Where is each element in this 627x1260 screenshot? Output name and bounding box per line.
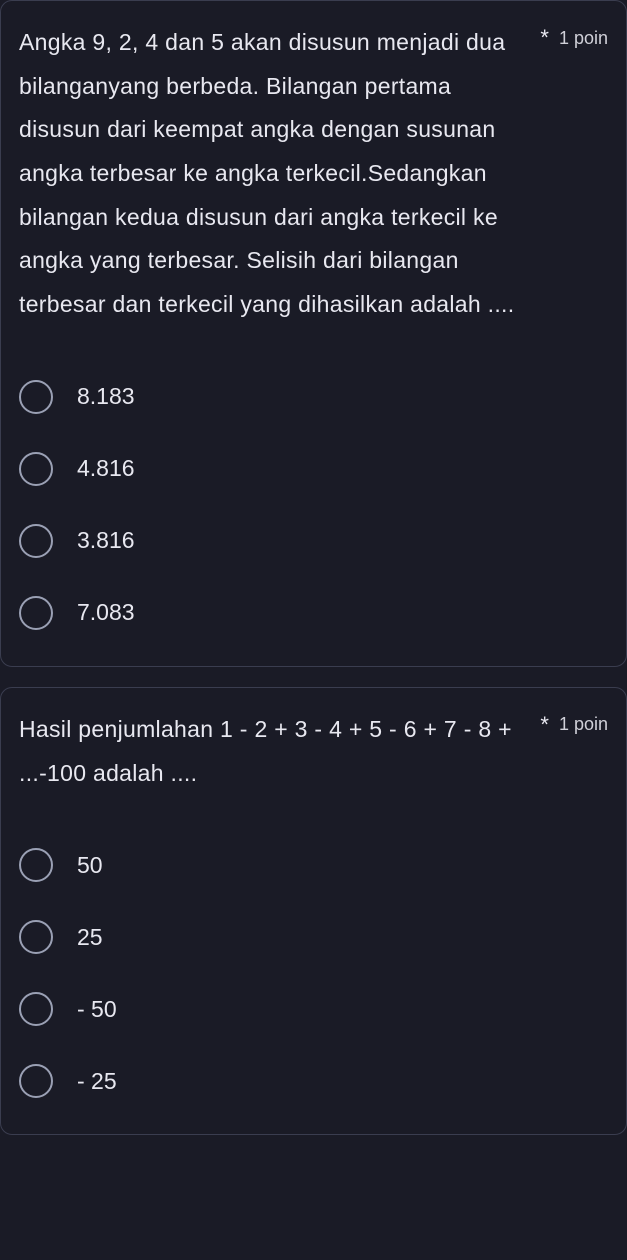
radio-icon xyxy=(19,1064,53,1098)
option-item[interactable]: 4.816 xyxy=(19,452,608,486)
required-mark: * xyxy=(540,712,549,738)
option-item[interactable]: 3.816 xyxy=(19,524,608,558)
option-label: 3.816 xyxy=(77,527,135,554)
points-section: * 1 poin xyxy=(540,712,608,738)
points-label: 1 poin xyxy=(559,714,608,735)
option-item[interactable]: - 50 xyxy=(19,992,608,1026)
radio-icon xyxy=(19,992,53,1026)
option-label: 25 xyxy=(77,924,103,951)
points-section: * 1 poin xyxy=(540,25,608,51)
option-label: - 50 xyxy=(77,996,117,1023)
radio-icon xyxy=(19,452,53,486)
option-item[interactable]: 25 xyxy=(19,920,608,954)
radio-icon xyxy=(19,920,53,954)
required-mark: * xyxy=(540,25,549,51)
option-item[interactable]: 50 xyxy=(19,848,608,882)
question-text: Hasil penjumlahan 1 - 2 + 3 - 4 + 5 - 6 … xyxy=(19,708,540,795)
option-label: - 25 xyxy=(77,1068,117,1095)
radio-icon xyxy=(19,848,53,882)
question-card-1: Angka 9, 2, 4 dan 5 akan disusun menjadi… xyxy=(0,0,627,667)
radio-icon xyxy=(19,524,53,558)
options-list: 50 25 - 50 - 25 xyxy=(19,840,608,1114)
radio-icon xyxy=(19,380,53,414)
question-header: Hasil penjumlahan 1 - 2 + 3 - 4 + 5 - 6 … xyxy=(19,708,608,795)
question-card-2: Hasil penjumlahan 1 - 2 + 3 - 4 + 5 - 6 … xyxy=(0,687,627,1135)
options-list: 8.183 4.816 3.816 7.083 xyxy=(19,372,608,646)
option-label: 8.183 xyxy=(77,383,135,410)
option-label: 50 xyxy=(77,852,103,879)
option-item[interactable]: - 25 xyxy=(19,1064,608,1098)
option-item[interactable]: 7.083 xyxy=(19,596,608,630)
radio-icon xyxy=(19,596,53,630)
option-item[interactable]: 8.183 xyxy=(19,380,608,414)
option-label: 4.816 xyxy=(77,455,135,482)
question-header: Angka 9, 2, 4 dan 5 akan disusun menjadi… xyxy=(19,21,608,327)
points-label: 1 poin xyxy=(559,28,608,49)
option-label: 7.083 xyxy=(77,599,135,626)
question-text: Angka 9, 2, 4 dan 5 akan disusun menjadi… xyxy=(19,21,540,327)
